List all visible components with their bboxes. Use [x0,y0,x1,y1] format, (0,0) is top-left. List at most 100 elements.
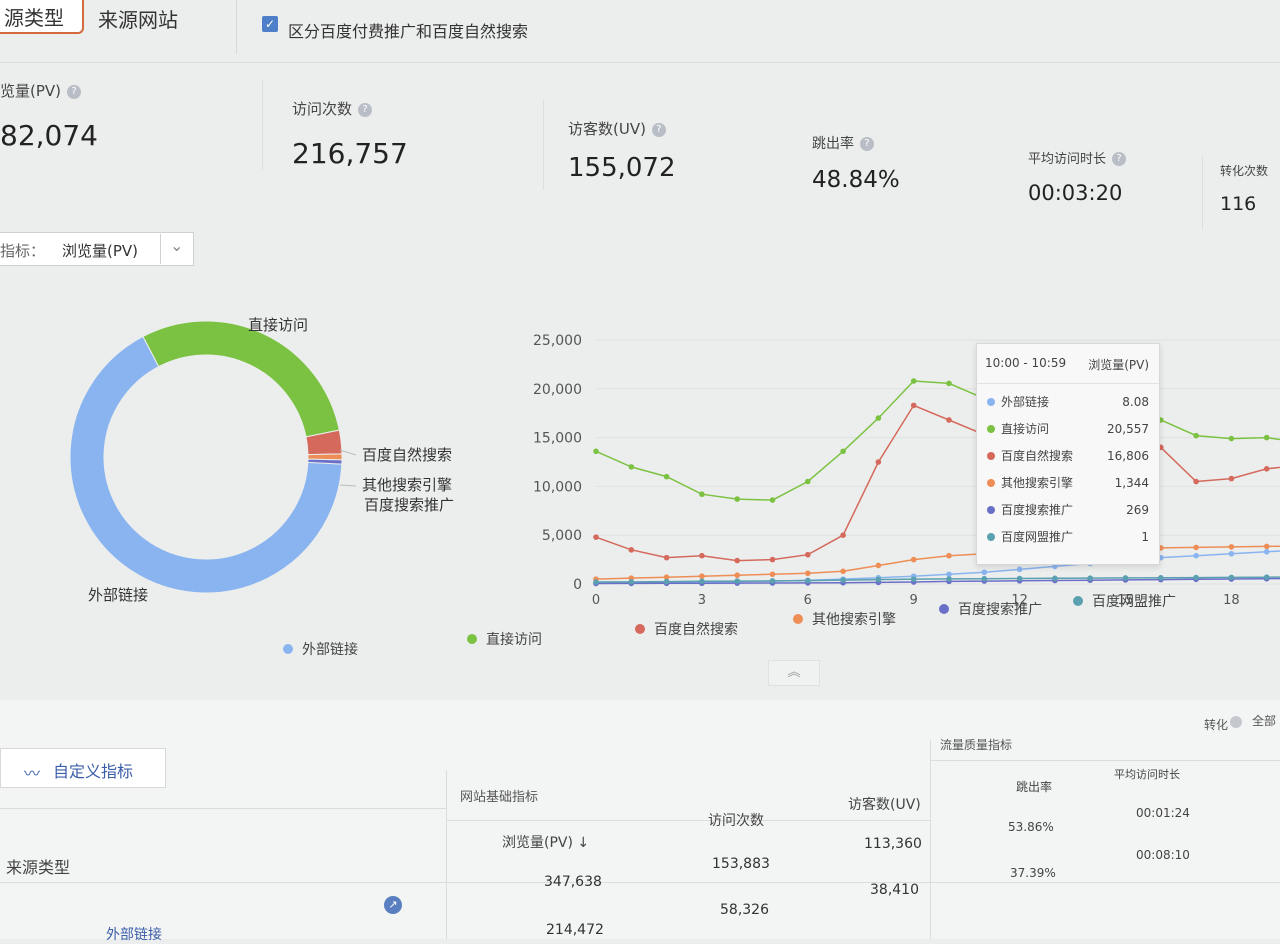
kpi-pv-value: 82,074 [0,119,98,152]
kpi-divider [543,100,544,190]
kpi-bounce-label: 跳出率 [812,136,854,152]
data-point [593,448,599,455]
tooltip-row: 直接访问 20,557 [977,415,1159,442]
data-point [1263,543,1270,550]
pie-leader-line [339,484,357,487]
legend-marker [939,604,949,614]
data-point [1263,466,1270,472]
data-point [1228,435,1235,442]
series-line-1 [595,380,1280,501]
column-avg-duration[interactable]: 平均访问时长 [1114,766,1180,782]
kpi-conversions-value: 116 [1220,193,1257,215]
kpi-conversions-label: 转化次数 [1220,164,1269,178]
chart-tooltip: 10:00 - 10:59 浏览量(PV) 外部链接 8.08 直接访问 20,55… [976,343,1160,565]
tab-source-site[interactable]: 来源网站 [98,4,178,33]
data-point [1016,566,1023,573]
data-point [769,578,776,584]
legend-marker [635,624,645,634]
cell-pv: 347,638 [544,874,602,890]
tooltip-row: 百度自然搜索 16,806 [977,442,1159,469]
distinguish-baidu-checkbox[interactable]: ✓ [262,16,278,32]
data-point [628,464,635,470]
data-point [769,556,776,563]
tab-source-type[interactable]: 源类型 [0,0,84,34]
data-point [663,473,670,480]
data-point [593,534,599,540]
cell-pv: 214,472 [546,922,604,938]
kpi-uv: 访客数(UV)? 155,072 [568,118,676,183]
data-point [1228,574,1235,581]
cell-bounce: 37.39% [1010,866,1056,880]
data-point [1193,544,1199,551]
legend-marker [793,614,803,624]
data-point [1228,544,1235,550]
data-point [946,576,952,582]
x-tick-label: 9 [910,593,918,608]
data-point [769,571,776,578]
data-point [981,575,988,582]
tooltip-row: 百度搜索推广 269 [977,496,1159,523]
sort-down-icon[interactable]: ↓ [577,835,589,851]
x-tick-label: 18 [1223,593,1240,608]
group-basic-metrics: 网站基础指标 [460,790,539,805]
kpi-uv-label: 访客数(UV) [568,120,646,138]
kpi-divider [262,80,263,170]
cell-avg-duration: 00:08:10 [1136,848,1190,862]
data-point [1263,434,1270,441]
column-uv[interactable]: 访客数(UV) [848,794,921,814]
data-point [840,448,846,455]
tab-divider [236,0,237,54]
legend-label: 百度自然搜索 [654,621,738,638]
all-filter[interactable]: 全部 [1252,712,1276,729]
data-point [1052,575,1058,582]
data-point [840,577,846,583]
column-divider [930,740,931,939]
pie-label-other: 其他搜索引擎 [362,476,452,494]
y-tick-label: 20,000 [533,382,582,398]
toggle-icon[interactable] [1230,716,1242,728]
help-icon[interactable]: ? [651,122,666,137]
legend-marker [283,644,293,654]
data-point [875,459,882,465]
kpi-avg-duration-value: 00:03:20 [1028,181,1123,205]
kpi-visits-label: 访问次数 [292,100,353,118]
pie-label-external: 外部链接 [88,586,148,604]
data-point [1193,574,1199,581]
data-point [805,577,811,584]
data-point [734,496,740,502]
data-point [946,552,952,559]
chevron-down-icon[interactable]: ⌄ [170,236,183,255]
pie-label-natural: 百度自然搜索 [362,446,452,464]
column-visits[interactable]: 访问次数 [708,810,764,830]
help-icon[interactable]: ? [67,84,82,99]
collapse-chart-button[interactable]: ︽ [768,660,820,686]
column-bounce[interactable]: 跳出率 [1016,778,1052,795]
pie-label-direct: 直接访问 [248,316,308,334]
kpi-bounce-value: 48.84% [812,167,900,193]
kpi-visits-value: 216,757 [292,137,408,170]
cell-uv: 38,410 [870,882,919,898]
trend-line-chart: 05,00010,00015,00020,00025,0000 3 6 9 12 15 18 [533,333,1280,608]
data-point [875,562,882,569]
column-divider [446,770,447,939]
x-tick-label: 3 [698,593,706,608]
data-point [1228,475,1235,482]
data-point [805,570,811,577]
pie-label-paid: 百度搜索推广 [364,496,454,514]
y-tick-label: 5,000 [542,528,582,544]
tooltip-metric: 浏览量(PV) [1088,358,1149,372]
data-point [1263,574,1270,580]
kpi-conversions: 转化次数 116 [1220,160,1268,215]
data-point [1158,574,1164,581]
pulse-icon: 〰 [24,764,41,783]
row-link-external[interactable]: 外部链接 [106,924,162,944]
trend-icon[interactable]: ↗ [384,896,402,914]
column-pv[interactable]: 浏览量(PV) ↓ [502,832,589,852]
data-point [805,478,811,485]
cell-visits: 58,326 [720,902,769,918]
metric-select-label: 指标： [0,242,46,260]
help-icon[interactable]: ? [358,102,373,117]
y-tick-label: 10,000 [533,479,582,495]
help-icon[interactable]: ? [1112,151,1127,166]
help-icon[interactable]: ? [860,136,874,151]
